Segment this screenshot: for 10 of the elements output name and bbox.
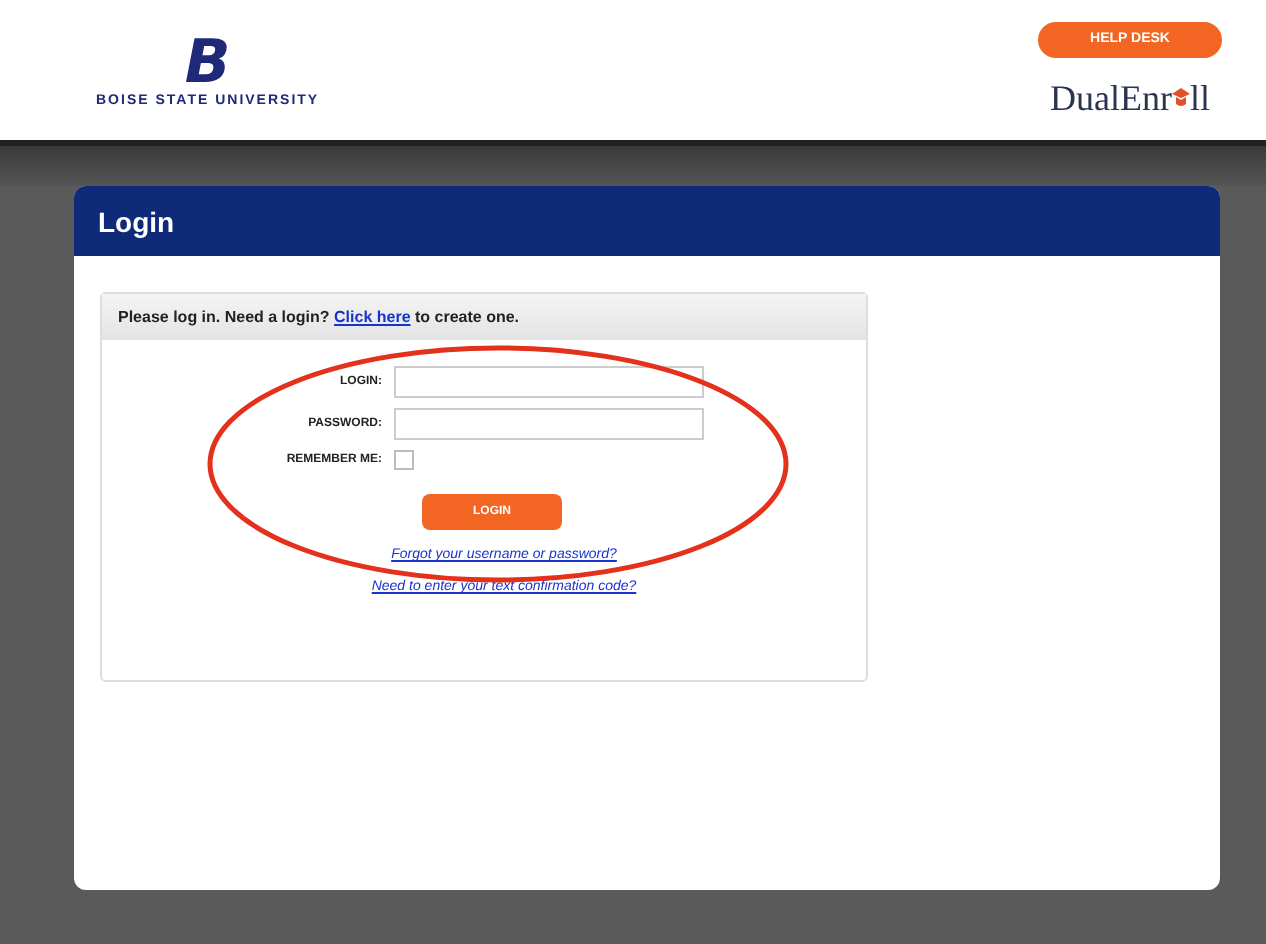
create-login-link[interactable]: Click here [334,308,411,326]
remember-checkbox[interactable] [394,450,414,470]
login-intro: Please log in. Need a login? Click here to create one. [102,294,866,340]
login-field[interactable] [394,366,704,398]
cap-icon [1171,88,1190,108]
panel-title: Login [74,186,1220,256]
brand-name: ll [1189,77,1210,119]
university-logo-letter: B [184,33,231,93]
brand-name: DualEnr [1050,77,1172,119]
password-field[interactable] [394,408,704,440]
